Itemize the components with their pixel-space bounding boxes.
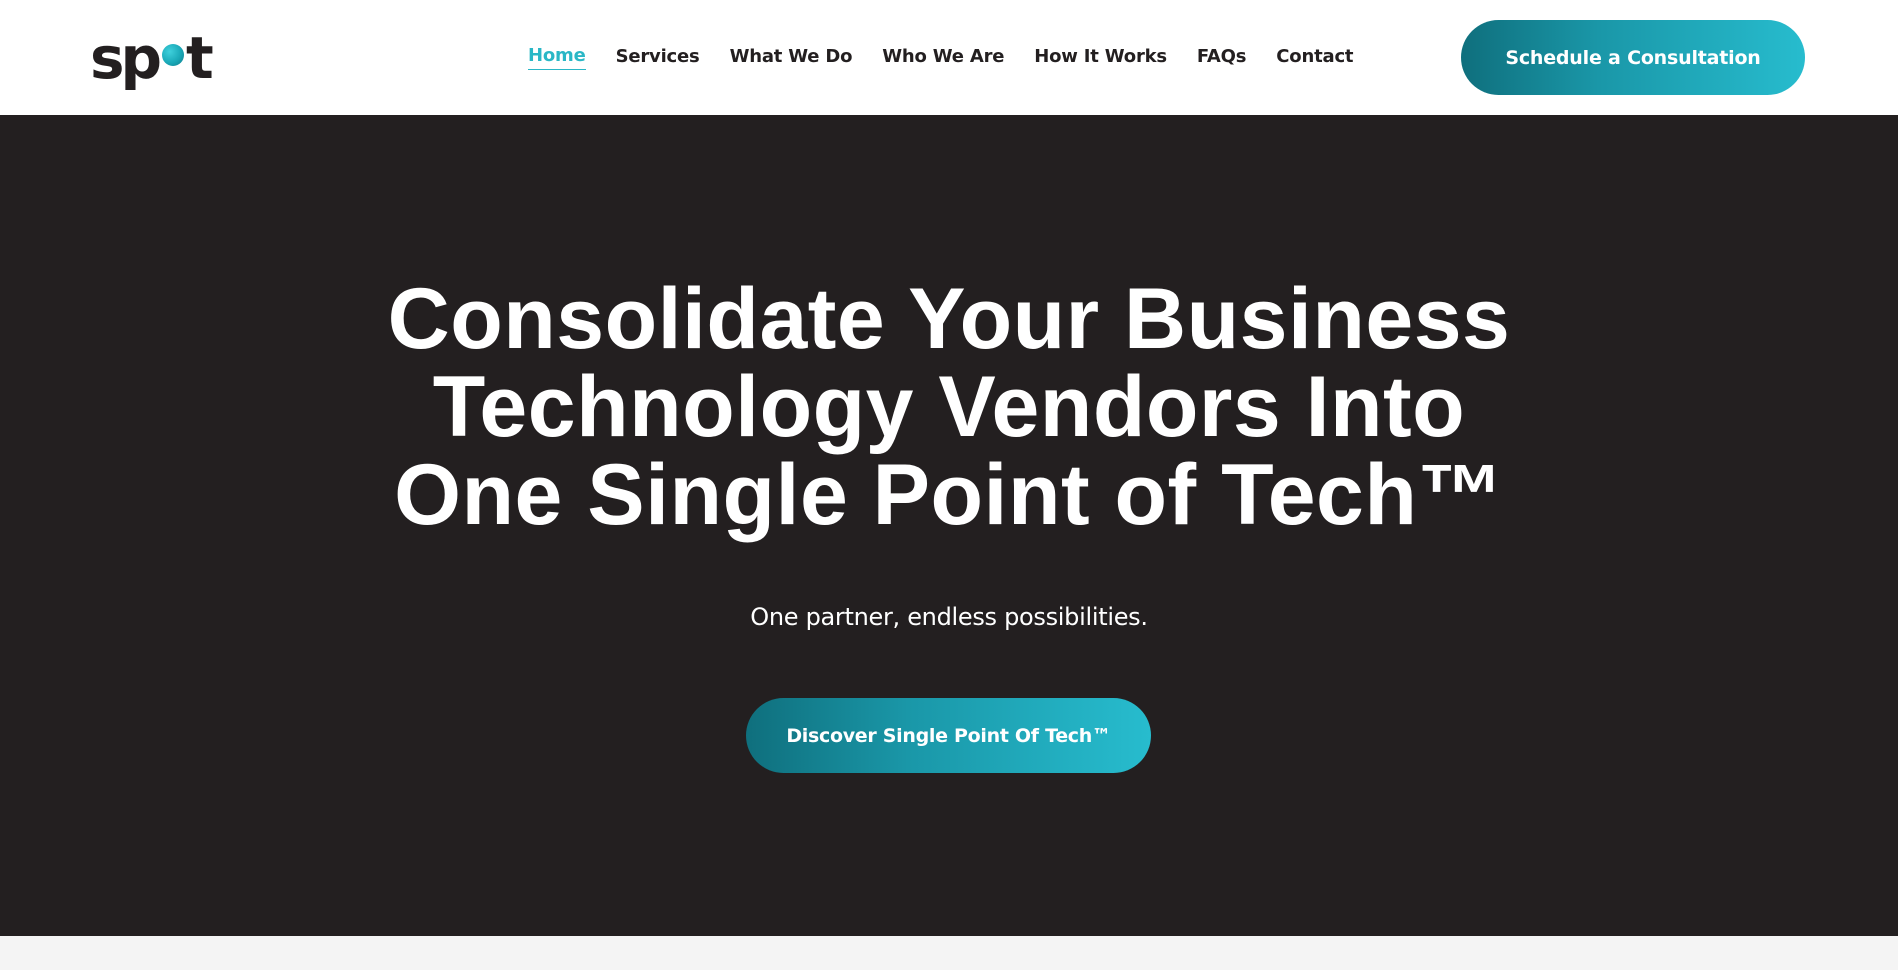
schedule-consultation-button[interactable]: Schedule a Consultation [1461,20,1805,95]
site-header: sp t Home Services What We Do Who We Are … [0,0,1898,115]
logo-wordmark: sp t [90,24,214,92]
nav-faqs[interactable]: FAQs [1197,45,1247,69]
nav-contact[interactable]: Contact [1276,45,1353,69]
logo-text-right: t [186,24,214,92]
hero-title: Consolidate Your Business Technology Ven… [0,275,1898,539]
discover-button[interactable]: Discover Single Point Of Tech™ [746,698,1151,773]
nav-services[interactable]: Services [616,45,700,69]
nav-home[interactable]: Home [528,44,586,70]
logo-dot-icon [162,44,185,66]
main-nav: Home Services What We Do Who We Are How … [528,44,1383,70]
nav-what-we-do[interactable]: What We Do [730,45,853,69]
spot-logo[interactable]: sp t [90,24,230,92]
nav-how-it-works[interactable]: How It Works [1034,45,1167,69]
hero-title-line-3: One Single Point of Tech™ [394,447,1504,543]
hero-subtitle: One partner, endless possibilities. [750,603,1148,631]
next-section [0,936,1898,970]
hero-title-line-2: Technology Vendors Into [432,359,1466,455]
logo-text-left: sp [90,24,162,92]
hero-title-line-1: Consolidate Your Business [387,271,1511,367]
hero-section: Consolidate Your Business Technology Ven… [0,115,1898,936]
nav-who-we-are[interactable]: Who We Are [882,45,1004,69]
